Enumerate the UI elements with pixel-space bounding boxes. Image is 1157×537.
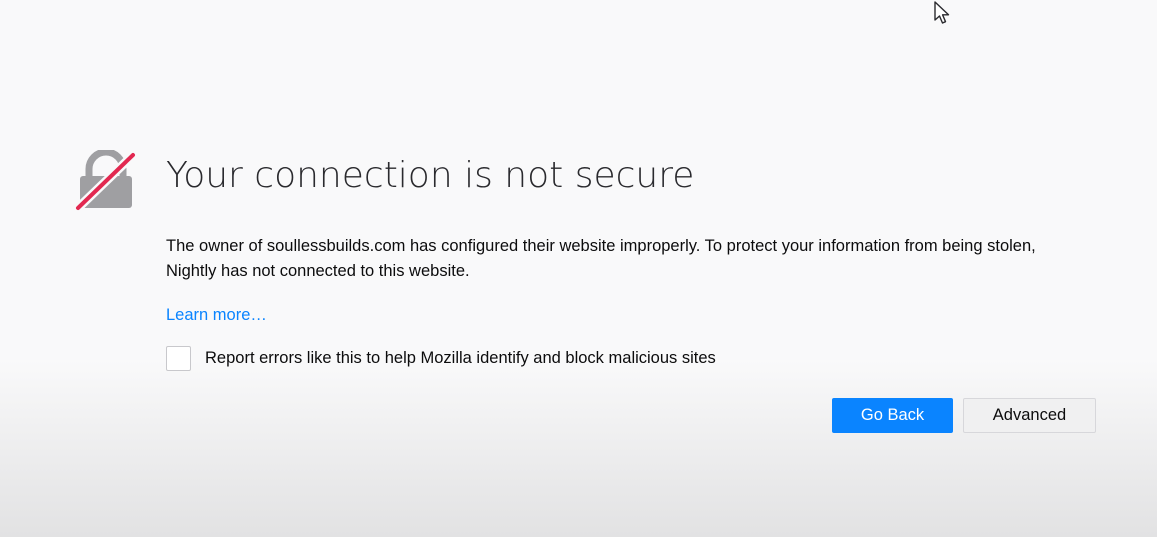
advanced-button[interactable]: Advanced xyxy=(963,398,1096,433)
report-errors-row: Report errors like this to help Mozilla … xyxy=(166,344,716,372)
report-errors-checkbox[interactable] xyxy=(166,345,191,371)
error-description: The owner of soullessbuilds.com has conf… xyxy=(166,237,1036,280)
page-title: Your connection is not secure xyxy=(166,155,695,196)
report-errors-label: Report errors like this to help Mozilla … xyxy=(205,349,716,367)
broken-lock-icon xyxy=(74,150,137,212)
go-back-button[interactable]: Go Back xyxy=(832,398,953,433)
learn-more-link[interactable]: Learn more… xyxy=(166,303,267,327)
mouse-pointer-icon xyxy=(934,1,950,24)
